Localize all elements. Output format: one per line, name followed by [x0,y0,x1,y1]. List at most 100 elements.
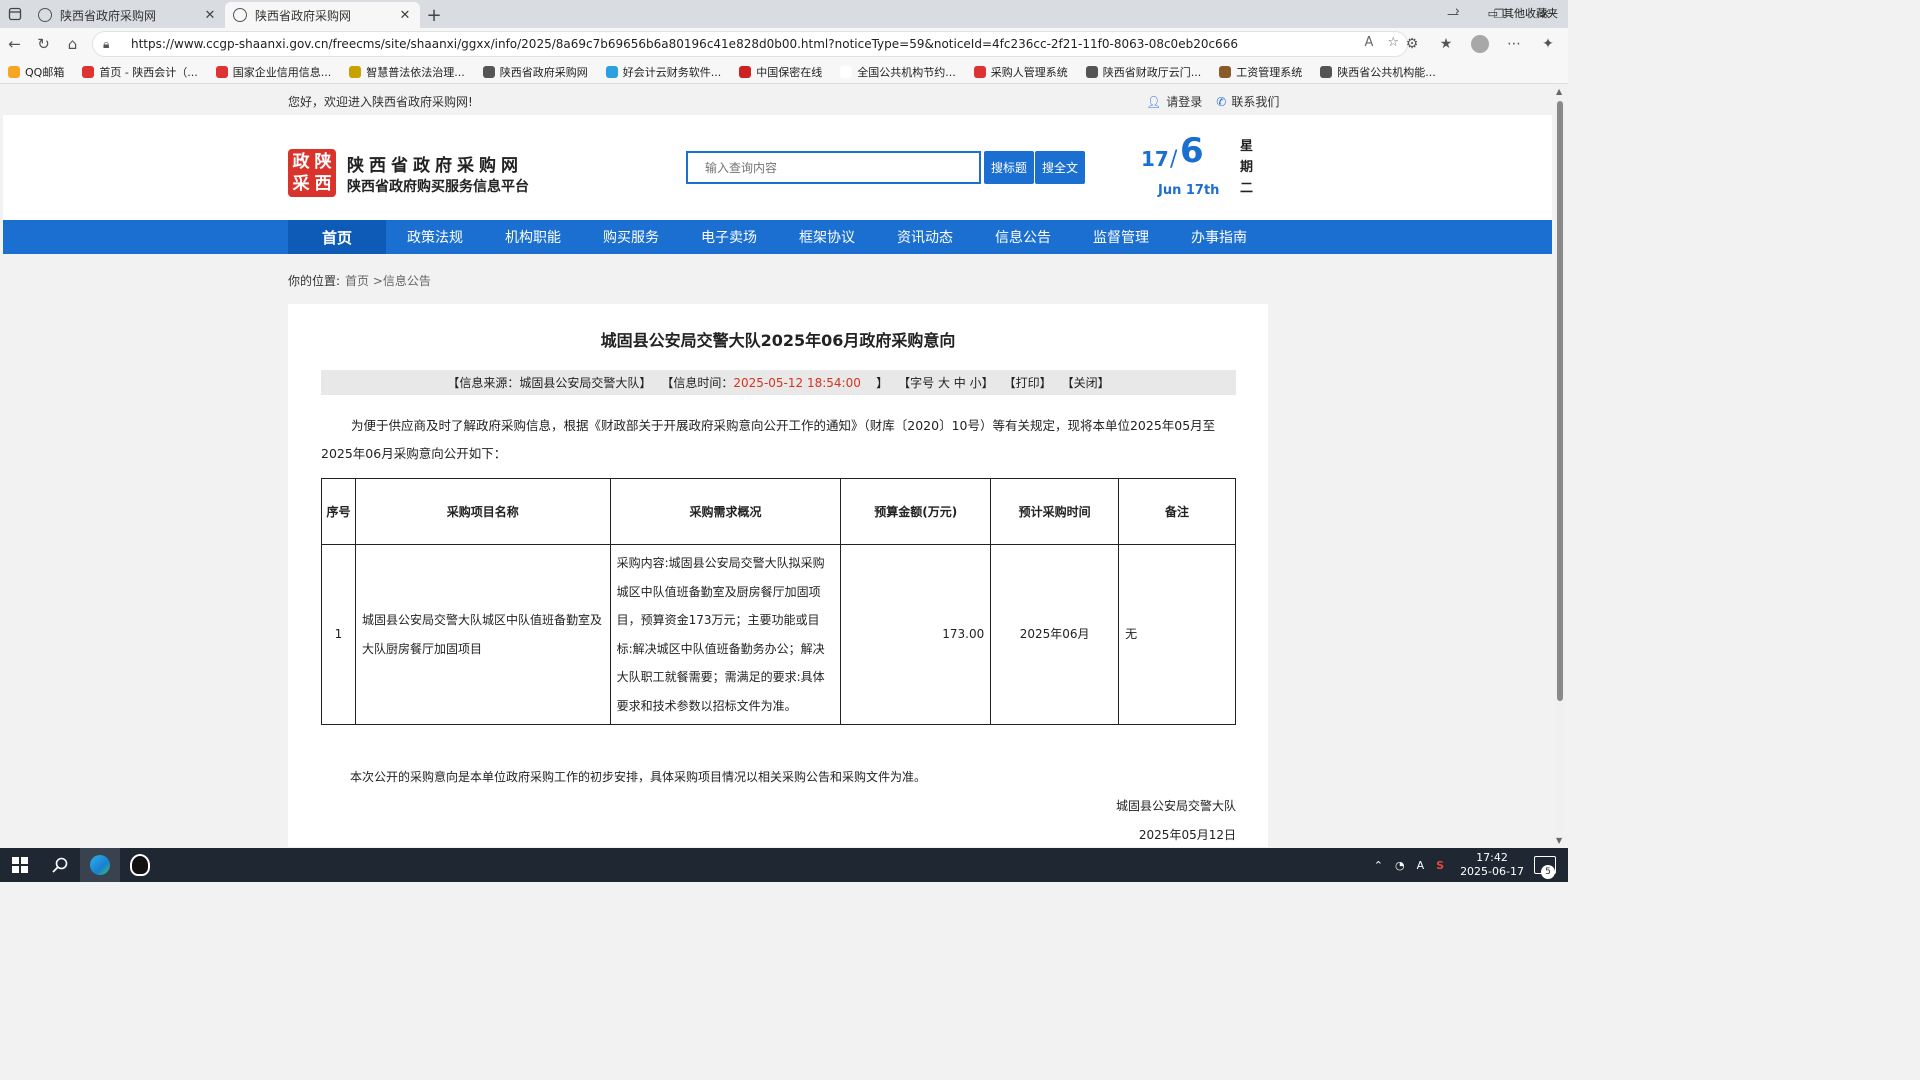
nav-item[interactable]: 政策法规 [386,220,484,254]
nav-item[interactable]: 信息公告 [974,220,1072,254]
date-separator: / [1170,147,1178,172]
notification-icon[interactable]: 5 [1534,856,1556,879]
browser-tab-active[interactable]: 陕西省政府采购网 ✕ [225,2,420,28]
clock[interactable]: 17:42 2025-06-17 [1460,851,1524,879]
back-button[interactable]: ← [0,28,29,60]
nav-item[interactable]: 监督管理 [1072,220,1170,254]
font-size-control[interactable]: 【字号 大 中 小】 [898,374,993,391]
print-link[interactable]: 【打印】 [1004,374,1052,391]
meta-time-close: 】 [876,376,889,390]
bookmark-item[interactable]: 陕西省财政厅云门... [1085,64,1202,80]
tab-actions-icon[interactable] [0,0,30,28]
cell-name: 城固县公安局交警大队城区中队值班备勤室及大队厨房餐厅加固项目 [354,544,611,725]
bookmark-item[interactable]: 全国公共机构节约... [840,64,956,80]
qq-logo [130,854,150,876]
nav-item[interactable]: 机构职能 [484,220,582,254]
nav-item[interactable]: 办事指南 [1170,220,1268,254]
bookmark-item[interactable]: QQ邮箱 [8,64,64,80]
bookmark-label: 首页 - 陕西会计（... [99,65,198,79]
breadcrumb-label: 你的位置: [288,274,341,288]
profile-avatar-icon[interactable] [1468,31,1492,57]
edge-browser-icon[interactable] [80,848,120,882]
bookmark-item[interactable]: 陕西省公共机构能... [1320,64,1436,80]
close-link[interactable]: 【关闭】 [1062,374,1110,391]
bookmark-favicon-icon [482,65,495,78]
cell-amount: 173.00 [840,544,992,725]
bookmark-item[interactable]: 工资管理系统 [1219,64,1302,80]
bookmark-label: 陕西省政府采购网 [499,65,588,79]
lock-icon[interactable]: 🔒︎ [103,37,117,52]
search-fulltext-button[interactable]: 搜全文 [1035,151,1085,184]
chevron-right-icon[interactable]: › [1455,4,1460,19]
contact-label: 联系我们 [1231,95,1280,109]
favorite-star-icon[interactable]: ☆ [1387,35,1399,50]
edge-logo [90,855,110,875]
bookmark-item[interactable]: 中国保密在线 [739,64,822,80]
date-widget: 17 / 6 Jun 17th 星期二 [1141,131,1261,211]
nav-item[interactable]: 电子卖场 [680,220,778,254]
scroll-up-icon[interactable]: ▲ [1556,87,1562,96]
cell-index: 1 [321,544,356,725]
meta-time-value: 2025-05-12 18:54:00 [733,376,861,390]
search-icon[interactable] [40,848,80,882]
network-icon[interactable]: ◔ [1395,859,1405,872]
bookmark-favicon-icon [349,65,362,78]
minimize-button[interactable]: — [1430,0,1476,28]
sogou-icon[interactable]: S [1436,859,1444,872]
bookmark-label: 智慧普法依法治理... [366,65,465,79]
scrollbar-thumb[interactable] [1557,101,1563,701]
login-link[interactable]: 👤︎ 请登录 [1146,93,1202,110]
page-scrollbar[interactable]: ▲ ▼ [1554,85,1566,847]
other-bookmarks-folder[interactable]: ▭ 其他收藏夹 [1488,5,1558,21]
favorites-icon[interactable]: ★ [1434,31,1458,57]
clock-date: 2025-06-17 [1460,865,1524,878]
bookmark-item[interactable]: 国家企业信用信息... [215,64,331,80]
taskbar: ⌃ ◔ A S 17:42 2025-06-17 5 [0,848,1568,882]
top-strip: 您好，欢迎进入陕西省政府采购网! 👤︎ 请登录 ✆ 联系我们 [3,85,1552,115]
home-button[interactable]: ⌂ [58,28,87,60]
extensions-icon[interactable]: ⚙ [1400,31,1424,57]
logo-char: 采 [292,174,310,194]
tab-title: 陕西省政府采购网 [255,8,352,23]
read-aloud-icon[interactable]: A [1364,35,1373,50]
globe-icon [233,8,247,22]
more-menu-icon[interactable]: ⋯ [1502,31,1526,57]
bookmark-favicon-icon [82,65,95,78]
globe-icon [38,8,52,22]
nav-item[interactable]: 购买服务 [582,220,680,254]
new-tab-button[interactable]: + [420,2,448,28]
bookmark-item[interactable]: 陕西省政府采购网 [482,64,588,80]
bookmark-item[interactable]: 智慧普法依法治理... [349,64,465,80]
bookmark-item[interactable]: 首页 - 陕西会计（... [82,64,198,80]
site-logo[interactable]: 政 陕 采 西 [288,149,336,197]
nav-item[interactable]: 资讯动态 [876,220,974,254]
bookmark-item[interactable]: 好会计云财务软件... [605,64,721,80]
bookmark-label: 工资管理系统 [1236,65,1303,79]
bookmark-label: 陕西省财政厅云门... [1102,65,1202,79]
refresh-button[interactable]: ↻ [29,28,58,60]
bookmark-label: 采购人管理系统 [990,65,1068,79]
chevron-up-icon[interactable]: ⌃ [1374,859,1383,872]
article-title: 城固县公安局交警大队2025年06月政府采购意向 [600,331,956,350]
copilot-icon[interactable]: ✦ [1536,31,1560,57]
search-input[interactable] [686,151,981,184]
toolbar-icons: ⚙ ★ ⋯ ✦ [1400,31,1560,57]
browser-tab[interactable]: 陕西省政府采购网 ✕ [30,2,225,28]
qq-icon[interactable] [120,848,160,882]
input-method-icon[interactable]: A [1417,859,1425,872]
close-icon[interactable]: ✕ [203,8,217,23]
close-icon[interactable]: ✕ [398,8,412,23]
bookmark-item[interactable]: 采购人管理系统 [973,64,1068,80]
contact-link[interactable]: ✆ 联系我们 [1216,93,1279,110]
windows-start-icon[interactable] [0,848,40,882]
url-field[interactable]: 🔒︎ https://www.ccgp-shaanxi.gov.cn/freec… [92,31,1408,57]
bookmark-label: 全国公共机构节约... [857,65,956,79]
col-header-desc: 采购需求概况 [609,478,842,545]
bookmark-favicon-icon [605,65,618,78]
scroll-down-icon[interactable]: ▼ [1556,836,1562,845]
nav-item[interactable]: 框架协议 [778,220,876,254]
site-header: 政 陕 采 西 陕西省政府采购网 陕西省政府购买服务信息平台 搜标题 搜全文 1… [3,115,1552,220]
nav-item[interactable]: 首页 [288,220,386,254]
search-title-button[interactable]: 搜标题 [984,151,1034,184]
breadcrumb-path[interactable]: 首页 >信息公告 [345,272,431,289]
